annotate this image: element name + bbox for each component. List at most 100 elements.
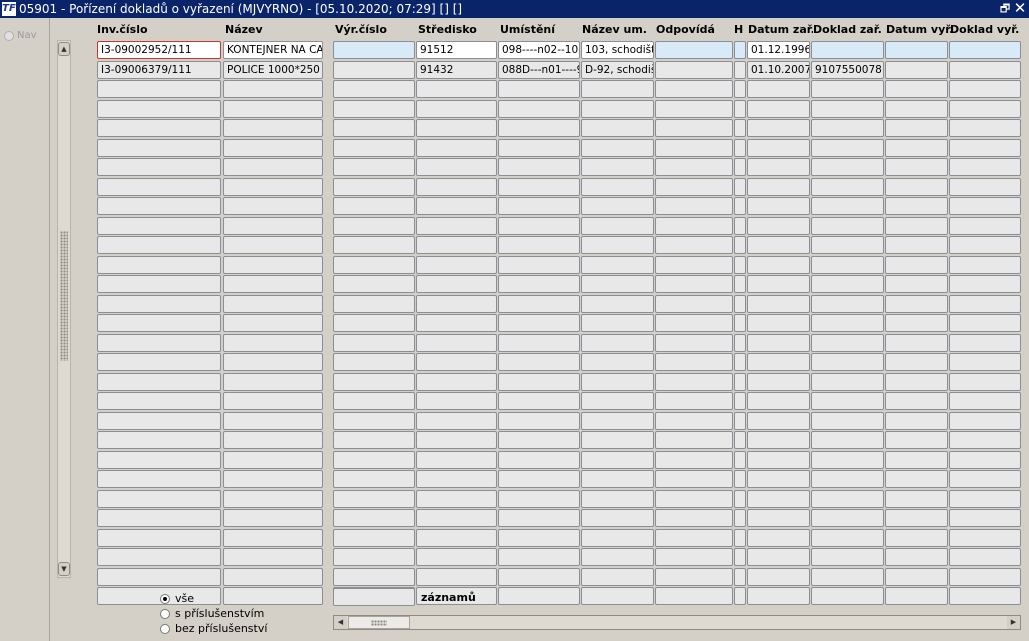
- cell-nazum[interactable]: [581, 450, 654, 469]
- cell-dzar[interactable]: [747, 236, 810, 254]
- cell-dzar[interactable]: [747, 333, 810, 352]
- cell-nazev[interactable]: [223, 99, 323, 118]
- cell-nazum[interactable]: [581, 548, 654, 566]
- cell-nazum[interactable]: [581, 528, 654, 547]
- cell-h[interactable]: [734, 80, 746, 98]
- cell-vyr[interactable]: [333, 548, 415, 566]
- column-header-inv[interactable]: Inv.číslo: [97, 23, 223, 36]
- cell-vyr[interactable]: [333, 216, 415, 235]
- cell-odp[interactable]: [655, 119, 733, 137]
- cell-stred[interactable]: 91512: [416, 41, 497, 59]
- column-header-h[interactable]: H: [734, 23, 748, 36]
- nav-button[interactable]: Nav: [4, 30, 37, 41]
- cell-nazev[interactable]: [223, 470, 323, 488]
- cell-dokvyr[interactable]: [949, 431, 1021, 449]
- cell-umist[interactable]: [498, 392, 580, 410]
- cell-nazum[interactable]: [581, 158, 654, 176]
- cell-vyr[interactable]: [333, 333, 415, 352]
- cell-dzar[interactable]: [747, 489, 810, 508]
- cell-dzar[interactable]: 01.12.1996 0: [747, 41, 810, 59]
- cell-vyr[interactable]: [333, 80, 415, 98]
- radio-without-accessories[interactable]: bez příslušenství: [160, 621, 267, 636]
- cell-nazev[interactable]: [223, 431, 323, 449]
- cell-dokvyr[interactable]: [949, 567, 1021, 586]
- cell-inv[interactable]: [97, 489, 221, 508]
- radio-selected-icon[interactable]: [160, 593, 170, 604]
- cell-dokvyr[interactable]: [949, 314, 1021, 332]
- radio-all[interactable]: vše: [160, 591, 267, 606]
- cell-umist[interactable]: [498, 353, 580, 371]
- cell-inv[interactable]: [97, 470, 221, 488]
- cell-odp[interactable]: [655, 236, 733, 254]
- cell-nazev[interactable]: [223, 372, 323, 391]
- cell-dvyr[interactable]: [885, 470, 948, 488]
- cell-inv[interactable]: [97, 431, 221, 449]
- cell-nazum[interactable]: [581, 567, 654, 586]
- cell-inv[interactable]: [97, 333, 221, 352]
- cell-umist[interactable]: [498, 489, 580, 508]
- cell-h[interactable]: [734, 470, 746, 488]
- cell-dvyr[interactable]: [885, 60, 948, 79]
- cell-nazev[interactable]: [223, 294, 323, 313]
- cell-dzar[interactable]: [747, 197, 810, 215]
- cell-h[interactable]: [734, 411, 746, 430]
- cell-stred[interactable]: [416, 99, 497, 118]
- cell-odp[interactable]: [655, 99, 733, 118]
- cell-dokvyr[interactable]: [949, 528, 1021, 547]
- column-header-dzar[interactable]: Datum zař.: [748, 23, 813, 36]
- cell-dvyr[interactable]: [885, 119, 948, 137]
- cell-dvyr[interactable]: [885, 216, 948, 235]
- cell-dokzar[interactable]: [811, 197, 884, 215]
- cell-stred[interactable]: [416, 314, 497, 332]
- cell-dokzar[interactable]: [811, 587, 884, 605]
- cell-dokzar[interactable]: [811, 177, 884, 196]
- cell-odp[interactable]: [655, 255, 733, 274]
- cell-dzar[interactable]: [747, 216, 810, 235]
- cell-stred[interactable]: [416, 119, 497, 137]
- cell-nazum[interactable]: [581, 509, 654, 527]
- cell-odp[interactable]: [655, 528, 733, 547]
- cell-dzar[interactable]: [747, 353, 810, 371]
- cell-dokzar[interactable]: [811, 119, 884, 137]
- cell-stred[interactable]: [416, 294, 497, 313]
- cell-h[interactable]: [734, 372, 746, 391]
- cell-h[interactable]: [734, 177, 746, 196]
- cell-inv[interactable]: [97, 411, 221, 430]
- cell-dokvyr[interactable]: [949, 99, 1021, 118]
- cell-nazum[interactable]: [581, 411, 654, 430]
- cell-dokzar[interactable]: [811, 99, 884, 118]
- cell-vyr[interactable]: [333, 353, 415, 371]
- cell-vyr[interactable]: [333, 197, 415, 215]
- cell-umist[interactable]: 098----n02--103-: [498, 41, 580, 59]
- cell-nazev[interactable]: [223, 411, 323, 430]
- cell-dzar[interactable]: [747, 138, 810, 157]
- cell-vyr[interactable]: [333, 138, 415, 157]
- cell-inv[interactable]: [97, 216, 221, 235]
- scroll-grip-icon[interactable]: [60, 231, 68, 361]
- cell-inv[interactable]: I3-09002952/111: [97, 41, 221, 59]
- cell-dvyr[interactable]: [885, 99, 948, 118]
- cell-dokzar[interactable]: [811, 489, 884, 508]
- cell-dokvyr[interactable]: [949, 509, 1021, 527]
- cell-dzar[interactable]: [747, 158, 810, 176]
- cell-stred[interactable]: [416, 158, 497, 176]
- cell-vyr[interactable]: [333, 489, 415, 508]
- cell-nazum[interactable]: [581, 294, 654, 313]
- cell-dokzar[interactable]: [811, 333, 884, 352]
- column-header-vyr[interactable]: Výr.číslo: [335, 23, 419, 36]
- cell-nazum[interactable]: [581, 489, 654, 508]
- cell-odp[interactable]: [655, 372, 733, 391]
- cell-h[interactable]: [734, 294, 746, 313]
- cell-dvyr[interactable]: [885, 392, 948, 410]
- cell-inv[interactable]: I3-09006379/111: [97, 60, 221, 79]
- cell-dvyr[interactable]: [885, 138, 948, 157]
- cell-dokzar[interactable]: 9107550078: [811, 60, 884, 79]
- cell-umist[interactable]: [498, 158, 580, 176]
- cell-dzar[interactable]: [747, 119, 810, 137]
- cell-odp[interactable]: [655, 587, 733, 605]
- cell-dvyr[interactable]: [885, 567, 948, 586]
- cell-dvyr[interactable]: [885, 314, 948, 332]
- cell-h[interactable]: [734, 60, 746, 79]
- cell-inv[interactable]: [97, 392, 221, 410]
- cell-vyr[interactable]: [333, 236, 415, 254]
